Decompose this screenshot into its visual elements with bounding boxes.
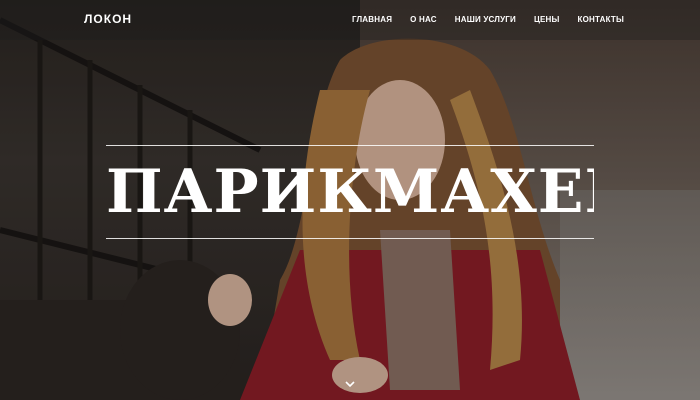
nav-item-contacts[interactable]: КОНТАКТЫ bbox=[578, 15, 624, 24]
nav-item-services[interactable]: НАШИ УСЛУГИ bbox=[455, 15, 516, 24]
nav-item-home[interactable]: ГЛАВНАЯ bbox=[352, 15, 392, 24]
headline-rule-top bbox=[106, 145, 594, 146]
nav-item-about[interactable]: О НАС bbox=[410, 15, 437, 24]
main-nav: ГЛАВНАЯ О НАС НАШИ УСЛУГИ ЦЕНЫ КОНТАКТЫ bbox=[334, 15, 624, 24]
chevron-down-icon[interactable] bbox=[343, 378, 357, 392]
nav-item-prices[interactable]: ЦЕНЫ bbox=[534, 15, 560, 24]
hero-headline: ПАРИКМАХЕР bbox=[106, 157, 594, 227]
brand-logo[interactable]: ЛОКОН bbox=[84, 12, 132, 26]
top-navbar: ЛОКОН ГЛАВНАЯ О НАС НАШИ УСЛУГИ ЦЕНЫ КОН… bbox=[0, 0, 700, 40]
headline-rule-bottom bbox=[106, 238, 594, 239]
